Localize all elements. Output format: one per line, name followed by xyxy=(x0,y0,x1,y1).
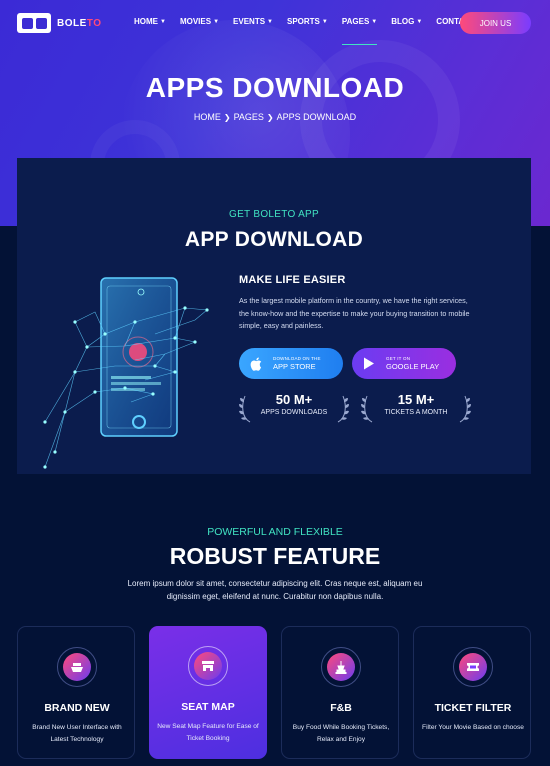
features-description: Lorem ipsum dolor sit amet, consectetur … xyxy=(127,579,423,601)
section-eyebrow: GET BOLETO APP xyxy=(229,209,319,220)
nav-item-blog[interactable]: BLOG ▼ xyxy=(391,17,422,26)
stat-tickets: 15 M+ TICKETS A MONTH xyxy=(361,392,471,424)
nav-item-events[interactable]: EVENTS ▼ xyxy=(233,17,273,26)
chevron-down-icon: ▼ xyxy=(213,18,220,25)
features-eyebrow: POWERFUL AND FLEXIBLE xyxy=(207,526,343,538)
laurel-left-icon xyxy=(239,395,251,423)
app-subtitle: MAKE LIFE EASIER xyxy=(239,274,346,286)
play-icon xyxy=(362,357,376,371)
app-description: As the largest mobile platform in the co… xyxy=(239,296,470,330)
section-title: APP DOWNLOAD xyxy=(184,228,364,251)
nav-item-sports[interactable]: SPORTS ▼ xyxy=(287,17,328,26)
chevron-down-icon: ▼ xyxy=(267,18,273,25)
top-navbar: BOLETO HOME ▼ MOVIES ▼ EVENTS ▼ SPORTS ▼ PAG… xyxy=(0,0,550,46)
feature-name: TICKET FILTER xyxy=(434,702,512,714)
feature-card-fnb[interactable]: F&B Buy Food While Booking Tickets, Rela… xyxy=(281,626,399,759)
feature-text: Filter Your Movie Based on choose xyxy=(422,724,524,731)
breadcrumb: HOME ❯ PAGES ❯ APPS DOWNLOAD xyxy=(0,112,550,122)
brand-name: BOLETO xyxy=(57,17,102,29)
feature-name: SEAT MAP xyxy=(181,701,235,713)
nav-item-home[interactable]: HOME ▼ xyxy=(134,17,166,26)
feature-text: Brand New User Interface with Latest Tec… xyxy=(32,724,122,743)
chevron-down-icon: ▼ xyxy=(321,18,328,25)
laurel-right-icon xyxy=(459,395,471,423)
app-info: MAKE LIFE EASIER As the largest mobile p… xyxy=(239,274,509,423)
ship-icon xyxy=(63,653,91,681)
chevron-right-icon: ❯ xyxy=(223,113,231,122)
nav-item-movies[interactable]: MOVIES ▼ xyxy=(180,17,219,26)
laurel-right-icon xyxy=(337,395,349,423)
stat-downloads: 50 M+ APPS DOWNLOADS xyxy=(239,392,349,424)
ticket-icon xyxy=(459,653,487,681)
join-us-button[interactable]: JOIN US xyxy=(460,12,531,34)
main-menu: HOME ▼ MOVIES ▼ EVENTS ▼ SPORTS ▼ PAGES ▼ BLO… xyxy=(134,17,489,45)
feature-text: New Seat Map Feature for Ease of Ticket … xyxy=(157,723,259,742)
chevron-right-icon: ❯ xyxy=(266,113,274,122)
chevron-down-icon: ▼ xyxy=(160,18,166,25)
brand-logo[interactable]: BOLETO xyxy=(17,13,102,33)
app-store-button[interactable]: DOWNLOAD ON THE APP STORE xyxy=(239,348,343,379)
breadcrumb-pages[interactable]: PAGES xyxy=(234,112,264,122)
feature-card-brand-new[interactable]: BRAND NEW Brand New User Interface with … xyxy=(17,626,135,759)
breadcrumb-current: APPS DOWNLOAD xyxy=(276,112,357,122)
apple-icon xyxy=(249,357,263,371)
chevron-down-icon: ▼ xyxy=(416,18,423,25)
google-play-button[interactable]: GET IT ON GOOGLE PLAY xyxy=(352,348,456,379)
chevron-down-icon: ▼ xyxy=(371,18,378,25)
seat-map-icon xyxy=(194,652,222,680)
ticket-logo-icon xyxy=(17,13,51,33)
breadcrumb-home[interactable]: HOME xyxy=(194,112,221,122)
app-download-section: GET BOLETO APP APP DOWNLOAD MAKE LIFE EA… xyxy=(17,158,531,474)
feature-name: F&B xyxy=(330,702,352,714)
feature-card-seat-map[interactable]: SEAT MAP New Seat Map Feature for Ease o… xyxy=(149,626,267,759)
page-title: APPS DOWNLOAD xyxy=(145,72,405,103)
food-drink-icon xyxy=(327,653,355,681)
feature-text: Buy Food While Booking Tickets, Relax an… xyxy=(292,724,390,743)
nav-item-pages[interactable]: PAGES ▼ xyxy=(341,17,378,45)
feature-card-ticket-filter[interactable]: TICKET FILTER Filter Your Movie Based on… xyxy=(413,626,531,759)
phone-hand-illustration xyxy=(43,277,209,469)
features-title: ROBUST FEATURE xyxy=(169,543,381,569)
feature-name: BRAND NEW xyxy=(44,702,110,714)
laurel-left-icon xyxy=(361,395,373,423)
